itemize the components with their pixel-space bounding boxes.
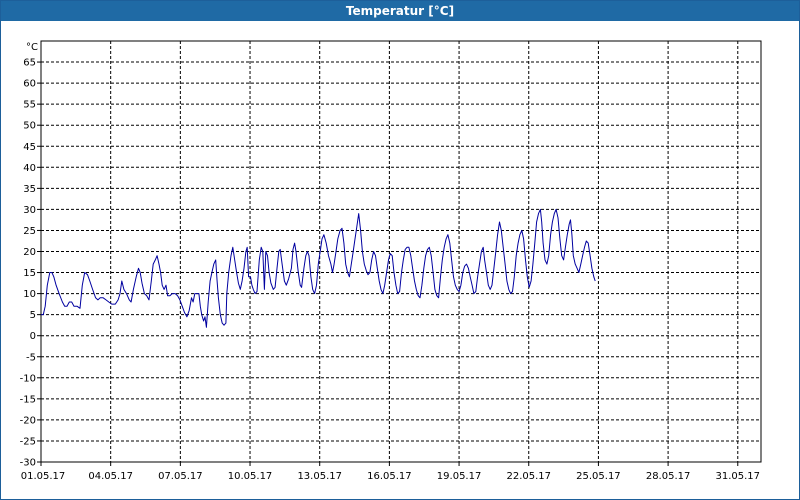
y-tick-label: 35 [23,184,36,195]
y-tick-label: 5 [30,310,36,321]
x-tick-label: 31.05.17 [716,471,761,482]
x-tick-label: 25.05.17 [576,471,621,482]
y-tick-label: 10 [23,289,36,300]
y-tick-label: -15 [20,394,36,405]
x-tick-label: 01.05.17 [21,471,66,482]
x-tick-label: 28.05.17 [646,471,691,482]
x-tick-label: 19.05.17 [437,471,482,482]
x-tick-label: 04.05.17 [88,471,133,482]
y-tick-label: 55 [23,100,36,111]
y-tick-label: 60 [23,79,36,90]
x-axis-ticks: 01.05.17 04.05.17 07.05.17 10.05.17 13.05.17… [21,462,760,482]
x-tick-label: 13.05.17 [297,471,342,482]
chart-title-bar: Temperatur [°C] [1,1,799,21]
x-tick-label: 10.05.17 [228,471,273,482]
y-tick-label: 40 [23,163,36,174]
y-tick-label: 15 [23,268,36,279]
y-tick-label: 30 [23,205,36,216]
y-tick-label: -25 [20,436,36,447]
y-tick-label: 0 [30,331,36,342]
y-tick-label: 20 [23,247,36,258]
x-tick-label: 16.05.17 [367,471,412,482]
x-tick-label: 22.05.17 [506,471,551,482]
temperature-chart: -30 -25 -20 -15 -10 -5 0 5 10 15 20 25 30 35 40 45 50 55 6… [20,40,762,482]
y-tick-label: -20 [20,415,36,426]
y-tick-label: -5 [26,352,36,363]
x-tick-label: 07.05.17 [158,471,203,482]
temperature-series-line [41,208,596,328]
y-tick-label: 50 [23,121,36,132]
y-tick-label: 25 [23,226,36,237]
y-tick-label: -30 [20,458,36,469]
y-tick-label: 65 [23,58,36,69]
y-axis-ticks: -30 -25 -20 -15 -10 -5 0 5 10 15 20 25 30 35 40 45 50 55 6… [20,58,41,469]
chart-window: Temperatur [°C] -30 -25 -20 -15 -10 -5 0 5 10 15 2… [0,0,800,500]
y-tick-label: 45 [23,142,36,153]
grid-lines [41,41,761,462]
y-tick-label: -10 [20,373,36,384]
y-axis-unit-label: °C [26,42,38,53]
